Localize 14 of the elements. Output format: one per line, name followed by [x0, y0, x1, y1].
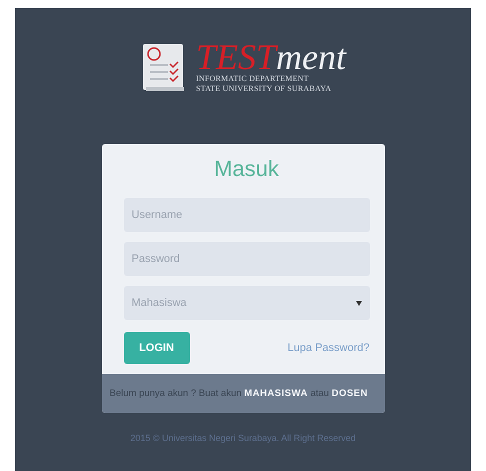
password-field[interactable]: Password	[124, 242, 370, 276]
register-text: Belum punya akun ? Buat akun MAHASISWA atau DOSEN	[110, 388, 369, 399]
login-button[interactable]: LOGIN	[124, 332, 190, 364]
student-register-link[interactable]: MAHASISWA	[244, 388, 308, 399]
caret-icon	[356, 300, 362, 306]
university-name: STATE UNIVERSITY OF SURABAYA	[196, 84, 332, 94]
department-name: INFORMATIC DEPARTEMENT	[196, 74, 310, 84]
card-title: Masuk	[213, 156, 280, 182]
copyright-text: 2015 © Universitas Negeri Surabaya. All Right Reserved	[130, 433, 356, 443]
username-field[interactable]: Username	[124, 198, 370, 232]
role-select[interactable]: Mahasiswa	[124, 286, 370, 320]
lecturer-register-link[interactable]: DOSEN	[332, 388, 368, 399]
forgot-password-link[interactable]: Lupa Password?	[288, 342, 370, 354]
logo-title: TESTment	[196, 40, 346, 74]
